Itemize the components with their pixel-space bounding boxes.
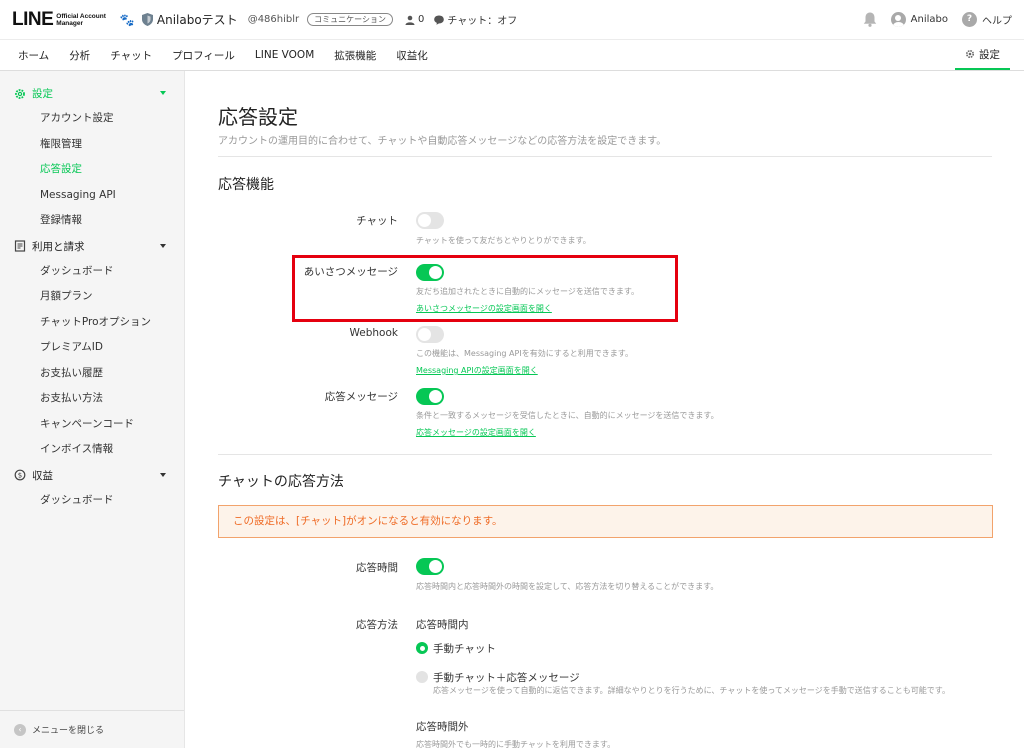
- sidebar-item-payment-method[interactable]: お支払い方法: [0, 386, 184, 412]
- help-link[interactable]: ヘルプ: [982, 12, 1012, 27]
- response-time-toggle[interactable]: [416, 558, 444, 575]
- top-header: LINE Official Account Manager 🐾 Anilaboテ…: [0, 0, 1024, 40]
- webhook-description: この機能は、Messaging APIを有効にすると利用できます。: [416, 349, 633, 358]
- sidebar-item-invoice-info[interactable]: インボイス情報: [0, 437, 184, 463]
- nav-monetization[interactable]: 収益化: [396, 40, 428, 70]
- highlight-box: [292, 255, 678, 322]
- nav-line-voom[interactable]: LINE VOOM: [255, 40, 314, 70]
- nav-home[interactable]: ホーム: [18, 40, 49, 70]
- response-method-label: 応答方法: [356, 619, 398, 631]
- sidebar-item-messaging-api[interactable]: Messaging API: [0, 183, 184, 209]
- line-oa-manager-logo[interactable]: LINE Official Account Manager: [12, 9, 106, 31]
- radio-manual-chat-auto-reply[interactable]: [416, 671, 428, 683]
- webhook-label: Webhook: [349, 327, 398, 339]
- out-hours-description: 応答時間外でも一時的に手動チャットを利用できます。: [416, 740, 616, 748]
- person-icon: [405, 15, 415, 25]
- radio-manual-chat-label[interactable]: 手動チャット: [433, 641, 496, 656]
- gear-icon: [965, 49, 975, 59]
- account-type-badge: コミュニケーション: [307, 13, 393, 26]
- chevron-left-icon: ‹: [14, 723, 26, 736]
- response-time-label: 応答時間: [356, 562, 398, 574]
- nav-extensions[interactable]: 拡張機能: [334, 40, 376, 70]
- radio-manual-chat-auto-reply-label[interactable]: 手動チャット＋応答メッセージ: [433, 670, 580, 685]
- nav-analytics[interactable]: 分析: [69, 40, 90, 70]
- close-menu-button[interactable]: ‹ メニューを閉じる: [0, 710, 184, 748]
- main-nav: ホーム 分析 チャット プロフィール LINE VOOM 拡張機能 収益化 設定: [0, 40, 1024, 71]
- auto-reply-description: 条件と一致するメッセージを受信したときに、自動的にメッセージを送信できます。: [416, 411, 719, 420]
- svg-text:$: $: [18, 471, 22, 479]
- sidebar-item-payment-history[interactable]: お支払い履歴: [0, 361, 184, 387]
- nav-chat[interactable]: チャット: [110, 40, 152, 70]
- sidebar-group-settings[interactable]: 設定: [0, 81, 184, 106]
- auto-reply-toggle[interactable]: [416, 388, 444, 405]
- notice-banner: この設定は、[チャット]がオンになると有効になります。: [218, 505, 993, 538]
- auto-reply-settings-link[interactable]: 応答メッセージの設定画面を開く: [416, 427, 536, 438]
- user-name[interactable]: Anilabo: [911, 14, 948, 25]
- response-time-description: 応答時間内と応答時間外の時間を設定して、応答方法を切り替えることができます。: [416, 582, 719, 591]
- sidebar-item-permissions[interactable]: 権限管理: [0, 132, 184, 158]
- gear-icon: [15, 88, 25, 99]
- sidebar-item-campaign-code[interactable]: キャンペーンコード: [0, 412, 184, 438]
- receipt-icon: [14, 240, 26, 252]
- chevron-down-icon: [160, 243, 166, 248]
- account-name[interactable]: Anilaboテスト: [157, 11, 238, 28]
- header-right: Anilabo ? ヘルプ: [863, 12, 1012, 27]
- chevron-down-icon: [160, 472, 166, 477]
- in-hours-heading: 応答時間内: [416, 619, 469, 631]
- sidebar-item-revenue-dashboard[interactable]: ダッシュボード: [0, 488, 184, 514]
- auto-reply-label: 応答メッセージ: [324, 391, 398, 403]
- manual-auto-reply-description: 応答メッセージを使って自動的に返信できます。詳細なやりとりを行うために、チャット…: [433, 686, 950, 695]
- sidebar-item-response-settings[interactable]: 応答設定: [0, 157, 184, 183]
- divider: [218, 156, 992, 157]
- out-hours-heading: 応答時間外: [416, 721, 469, 733]
- section-title-chat-response-method: チャットの応答方法: [218, 474, 344, 490]
- bell-icon[interactable]: [863, 12, 877, 27]
- coin-icon: $: [14, 469, 26, 481]
- sidebar-group-billing[interactable]: 利用と請求: [0, 234, 184, 259]
- chevron-down-icon: [160, 91, 166, 95]
- shield-icon: [141, 13, 153, 26]
- sidebar: 設定 アカウント設定 権限管理 応答設定 Messaging API 登録情報 …: [0, 71, 185, 748]
- section-title-response-features: 応答機能: [218, 177, 274, 193]
- main-content: 応答設定 アカウントの運用目的に合わせて、チャットや自動応答メッセージなどの応答…: [218, 71, 993, 748]
- chat-bubble-icon: [434, 15, 445, 25]
- radio-manual-chat[interactable]: [416, 642, 428, 654]
- sidebar-item-registration-info[interactable]: 登録情報: [0, 208, 184, 234]
- webhook-toggle[interactable]: [416, 326, 444, 343]
- chat-status[interactable]: チャット：オフ: [434, 12, 517, 27]
- sidebar-item-billing-dashboard[interactable]: ダッシュボード: [0, 259, 184, 285]
- chat-label: チャット: [356, 215, 398, 227]
- sidebar-item-chat-pro[interactable]: チャットProオプション: [0, 310, 184, 336]
- user-avatar-icon[interactable]: [890, 12, 906, 27]
- divider: [218, 454, 992, 455]
- help-icon[interactable]: ?: [962, 12, 977, 27]
- friend-count: 0: [405, 14, 424, 25]
- page-subtitle: アカウントの運用目的に合わせて、チャットや自動応答メッセージなどの応答方法を設定…: [218, 136, 667, 147]
- page-title: 応答設定: [218, 105, 298, 129]
- nav-profile[interactable]: プロフィール: [172, 40, 235, 70]
- sidebar-item-premium-id[interactable]: プレミアムID: [0, 335, 184, 361]
- nav-settings[interactable]: 設定: [955, 40, 1010, 70]
- sidebar-item-monthly-plan[interactable]: 月額プラン: [0, 284, 184, 310]
- account-id: @486hiblr: [247, 14, 300, 25]
- messaging-api-settings-link[interactable]: Messaging APIの設定画面を開く: [416, 365, 538, 376]
- sidebar-item-account-settings[interactable]: アカウント設定: [0, 106, 184, 132]
- chat-toggle[interactable]: [416, 212, 444, 229]
- sidebar-group-revenue[interactable]: $ 収益: [0, 463, 184, 488]
- chat-description: チャットを使って友だちとやりとりができます。: [416, 236, 591, 245]
- account-avatar-icon[interactable]: 🐾: [120, 13, 135, 27]
